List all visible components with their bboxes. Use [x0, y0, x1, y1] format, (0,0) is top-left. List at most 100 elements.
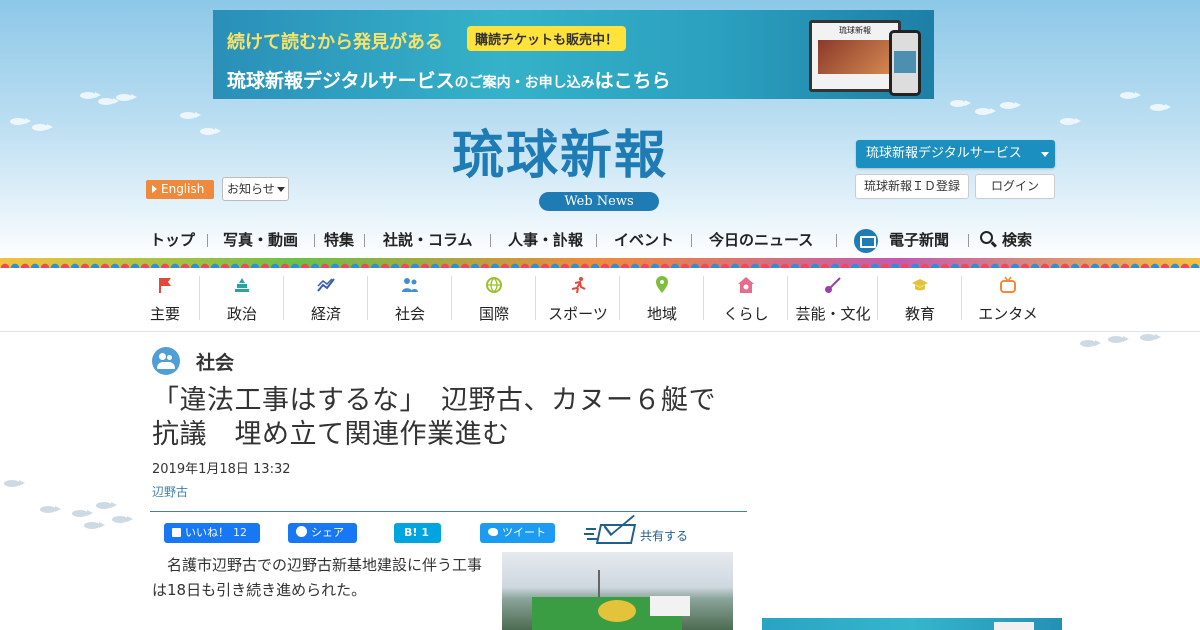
fish-decoration [80, 92, 101, 99]
notice-dropdown[interactable]: お知らせ [222, 177, 289, 201]
banner-tablet-logo: 琉球新報 [839, 26, 871, 35]
nav-separator [596, 234, 597, 247]
article-photo[interactable] [502, 552, 733, 630]
nav-personnel[interactable]: 人事・訃報 [508, 226, 583, 254]
banner-ticket-tag: 購読チケットも販売中！ [467, 26, 627, 51]
article-tag[interactable]: 辺野古 [152, 483, 188, 500]
nav-photo-video[interactable]: 写真・動画 [223, 226, 298, 254]
digital-service-banner[interactable]: 続けて読むから発見がある 購読チケットも販売中！ 琉球新報デジタルサービスのご案… [213, 10, 934, 99]
webnews-badge: Web News [539, 192, 659, 211]
nav-epaper[interactable]: 電子新聞 [889, 226, 949, 254]
photo-sign [650, 596, 690, 616]
fish-decoration [1150, 104, 1171, 111]
category-label: 経済 [310, 305, 341, 323]
category-label: 芸能・文化 [795, 305, 871, 323]
banner-phone-image [889, 30, 921, 96]
category-label: 地域 [646, 305, 677, 323]
nav-editorial[interactable]: 社説・コラム [383, 226, 473, 254]
article-body: 名護市辺野古での辺野古新基地建設に伴う工事は18日も引き続き進められた。 [152, 556, 483, 599]
sidebar-ad-banner[interactable] [762, 618, 1062, 630]
fish-decoration [1080, 340, 1101, 347]
play-arrow-icon [152, 185, 157, 193]
english-button[interactable]: English [146, 180, 214, 199]
nav-search[interactable]: 検索 [1002, 226, 1032, 254]
envelope-icon [595, 524, 637, 544]
globe-icon [486, 277, 502, 293]
section-title[interactable]: 社会 [196, 348, 234, 375]
fish-decoration [32, 124, 53, 131]
fish-decoration [112, 516, 133, 523]
nav-today-news[interactable]: 今日のニュース [709, 226, 813, 254]
nav-separator [968, 234, 969, 247]
site-logo[interactable]: 琉球新報 [452, 124, 752, 188]
banner-phone-photo [894, 51, 916, 73]
nav-separator [364, 234, 365, 247]
category-main[interactable]: 主要 [130, 270, 200, 330]
category-life[interactable]: くらし [704, 270, 788, 330]
fish-decoration [180, 112, 201, 119]
tweet-label: ツイート [502, 526, 546, 539]
category-education[interactable]: 教育 [878, 270, 962, 330]
hatena-label: B! [404, 526, 418, 539]
digital-service-label: 琉球新報デジタルサービス [866, 146, 1022, 161]
like-count: 12 [233, 526, 247, 539]
main-navigation: トップ 写真・動画 特集 社説・コラム 人事・訃報 イベント 今日のニュース 電… [146, 226, 1056, 254]
nav-events[interactable]: イベント [614, 226, 674, 254]
photo-mixer [598, 600, 636, 622]
banner-line2-end: はこちら [594, 70, 671, 92]
id-register-button[interactable]: 琉球新報ＩＤ登録 [855, 174, 969, 199]
decorative-wave-strip [0, 258, 1200, 268]
banner-line1: 続けて読むから発見がある [227, 32, 443, 53]
fish-decoration [200, 128, 221, 135]
share-mail-label: 共有する [640, 529, 689, 543]
facebook-share-button[interactable]: シェア [288, 523, 357, 543]
people-icon [402, 278, 418, 292]
search-icon [980, 231, 993, 244]
fish-decoration [4, 480, 25, 487]
category-economy[interactable]: 経済 [284, 270, 368, 330]
pin-icon [656, 276, 668, 293]
facebook-like-button[interactable]: いいね！ 12 [164, 523, 260, 543]
share-mail-button[interactable]: 共有する [586, 522, 706, 548]
house-icon [738, 277, 754, 293]
category-label: 主要 [149, 305, 180, 323]
article-divider [150, 511, 747, 512]
hatena-bookmark-button[interactable]: B! 1 [394, 523, 441, 543]
banner-tablet-photo [818, 40, 892, 74]
fish-decoration [84, 522, 105, 529]
category-international[interactable]: 国際 [452, 270, 536, 330]
category-society[interactable]: 社会 [368, 270, 452, 330]
category-regional[interactable]: 地域 [620, 270, 704, 330]
category-bottom-border [0, 331, 1200, 332]
nav-features[interactable]: 特集 [324, 226, 354, 254]
tv-icon [1000, 276, 1016, 293]
fish-decoration [1120, 92, 1141, 99]
fish-decoration [950, 100, 971, 107]
fish-decoration [72, 510, 93, 517]
category-politics[interactable]: 政治 [200, 270, 284, 330]
cap-icon [912, 279, 928, 291]
tweet-button[interactable]: ツイート [480, 523, 555, 543]
nav-separator [836, 234, 837, 247]
nav-separator [207, 234, 208, 247]
category-label: 政治 [226, 305, 257, 323]
nav-separator [490, 234, 491, 247]
category-label: スポーツ [548, 305, 608, 323]
category-culture[interactable]: 芸能・文化 [788, 270, 878, 330]
fish-decoration [10, 118, 31, 125]
twitter-bird-icon [488, 528, 498, 536]
article-date: 2019年1月18日 13:32 [152, 462, 291, 477]
digital-service-dropdown[interactable]: 琉球新報デジタルサービス [856, 140, 1055, 168]
hatena-count: 1 [421, 526, 430, 539]
category-entertainment[interactable]: エンタメ [962, 270, 1054, 330]
like-label: いいね！ [185, 526, 229, 539]
fish-decoration [1060, 118, 1081, 125]
login-button[interactable]: ログイン [975, 174, 1055, 199]
category-label: 社会 [394, 305, 425, 323]
fish-decoration [1140, 334, 1161, 341]
nav-top[interactable]: トップ [150, 226, 195, 254]
parliament-icon [235, 278, 249, 292]
category-sports[interactable]: スポーツ [536, 270, 620, 330]
banner-line2-mid: のご案内・お申し込み [454, 75, 595, 91]
chart-icon [317, 278, 335, 292]
